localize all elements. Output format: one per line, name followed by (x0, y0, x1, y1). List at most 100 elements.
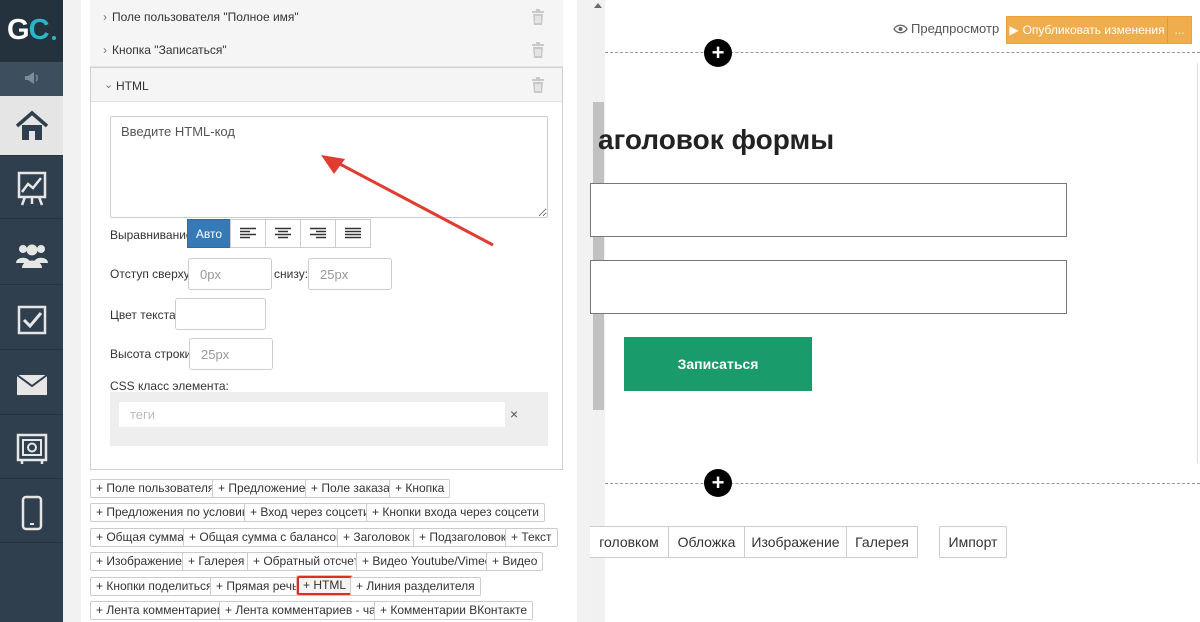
checkbox-icon (17, 305, 46, 334)
play-icon: ▶ (1009, 23, 1019, 37)
form-name-field[interactable] (590, 183, 1067, 237)
publish-changes-button[interactable]: ▶ Опубликовать изменения (1006, 16, 1167, 44)
add-divider-button[interactable]: + Линия разделителя (350, 577, 481, 596)
users-icon (15, 244, 48, 268)
block-type-gallery[interactable]: Галерея (846, 526, 918, 558)
padding-top-label: Отступ сверху: (110, 267, 193, 281)
accordion-label: Поле пользователя "Полное имя" (112, 10, 299, 24)
add-heading-button[interactable]: + Заголовок (337, 528, 416, 547)
add-image-button[interactable]: + Изображение (90, 552, 188, 571)
form-email-field[interactable] (590, 260, 1067, 314)
add-block-button[interactable]: + (704, 469, 732, 497)
import-button[interactable]: Импорт (939, 526, 1007, 558)
sidebar-item-safe[interactable] (0, 419, 63, 479)
phone-icon (21, 495, 42, 530)
chevron-right-icon: › (103, 10, 107, 24)
logo-letter-g: G (7, 14, 30, 46)
logo-letter-c: C (28, 14, 50, 46)
line-height-label: Высота строки: (110, 347, 195, 361)
scroll-up-icon[interactable] (594, 3, 602, 8)
padding-bottom-label: снизу: (274, 267, 309, 281)
clear-tags-icon[interactable]: × (510, 406, 518, 422)
megaphone-icon (24, 72, 38, 84)
css-class-label: CSS класс элемента: (110, 379, 229, 393)
block-separator (605, 52, 1200, 53)
home-icon (15, 110, 48, 140)
eye-icon (893, 24, 908, 33)
trash-icon[interactable] (531, 42, 545, 58)
add-subheading-button[interactable]: + Подзаголовок (413, 528, 513, 547)
sidebar-item-stats[interactable] (0, 159, 63, 219)
line-height-input[interactable] (189, 338, 273, 370)
align-left-icon (240, 227, 256, 239)
sidebar-item-users[interactable] (0, 225, 63, 285)
add-html-button[interactable]: + HTML (297, 576, 353, 595)
add-share-buttons-button[interactable]: + Кнопки поделиться (90, 577, 219, 596)
chevron-down-icon: ⌄ (104, 79, 114, 91)
add-conditional-offers-button[interactable]: + Предложения по условию (90, 503, 257, 522)
safe-icon (16, 433, 47, 464)
align-right-icon (310, 227, 326, 239)
form-title[interactable]: аголовок формы (598, 124, 834, 156)
align-label: Выравнивание (110, 228, 193, 242)
add-social-login-button[interactable]: + Вход через соцсети (244, 503, 376, 522)
add-total-sum-button[interactable]: + Общая сумма (90, 528, 190, 547)
publish-more-button[interactable]: ... (1167, 16, 1192, 44)
trash-icon[interactable] (531, 9, 545, 25)
add-block-button[interactable]: + (704, 39, 732, 67)
add-total-with-balance-button[interactable]: + Общая сумма с балансом (183, 528, 351, 547)
align-left-button[interactable] (230, 219, 266, 248)
text-color-input[interactable] (175, 298, 266, 330)
add-gallery-button[interactable]: + Галерея (182, 552, 251, 571)
add-social-login-buttons-button[interactable]: + Кнопки входа через соцсети (366, 503, 545, 522)
block-type-cover[interactable]: Обложка (668, 526, 745, 558)
text-color-label: Цвет текста: (110, 308, 180, 322)
app-logo[interactable]: GC (0, 0, 63, 62)
align-auto-button[interactable]: Авто (187, 219, 231, 248)
align-center-icon (275, 227, 291, 239)
block-type-image[interactable]: Изображение (744, 526, 847, 558)
accordion-user-field[interactable]: › Поле пользователя "Полное имя" (90, 0, 563, 34)
add-quote-button[interactable]: + Прямая речь (210, 577, 305, 596)
add-vk-comments-button[interactable]: + Комментарии ВКонтакте (374, 601, 534, 620)
align-justify-icon (345, 227, 361, 239)
sidebar-item-home[interactable] (0, 96, 63, 156)
align-right-button[interactable] (300, 219, 336, 248)
preview-label: Предпросмотр (911, 21, 1000, 36)
add-comments-chat-button[interactable]: + Лента комментариев - чат (219, 601, 388, 620)
block-separator (605, 483, 1200, 484)
chevron-right-icon: › (103, 43, 107, 57)
sidebar-item-messages[interactable] (0, 355, 63, 415)
align-button-group: Авто (187, 219, 371, 248)
padding-top-input[interactable] (188, 258, 272, 290)
block-type-heading[interactable]: головком (590, 526, 669, 558)
add-youtube-video-button[interactable]: + Видео Youtube/Vimeo (356, 552, 498, 571)
mail-icon (15, 373, 48, 395)
app-sidebar: GC (0, 0, 63, 622)
css-class-tags-field: × (110, 392, 548, 446)
trash-icon[interactable] (531, 77, 545, 93)
align-center-button[interactable] (265, 219, 301, 248)
align-justify-button[interactable] (335, 219, 371, 248)
publish-label: Опубликовать изменения (1022, 23, 1165, 37)
add-comments-feed-button[interactable]: + Лента комментариев (90, 601, 230, 620)
accordion-html[interactable]: ⌄ HTML (91, 68, 562, 102)
preview-link[interactable]: Предпросмотр (893, 21, 999, 36)
announcements-button[interactable] (0, 62, 63, 96)
add-button-button[interactable]: + Кнопка (389, 479, 451, 498)
add-order-field-button[interactable]: + Поле заказа (305, 479, 396, 498)
add-user-field-button[interactable]: + Поле пользователя (90, 479, 221, 498)
add-text-button[interactable]: + Текст (505, 528, 558, 547)
accordion-label: Кнопка "Записаться" (112, 43, 227, 57)
add-offer-button[interactable]: + Предложение (212, 479, 312, 498)
accordion-signup-button[interactable]: › Кнопка "Записаться" (90, 33, 563, 67)
logo-dot (52, 36, 56, 40)
sidebar-item-mobile[interactable] (0, 483, 63, 543)
padding-bottom-input[interactable] (308, 258, 392, 290)
add-countdown-button[interactable]: + Обратный отсчет (247, 552, 366, 571)
tags-input[interactable] (119, 402, 505, 427)
signup-submit-button[interactable]: Записаться (624, 337, 812, 391)
chart-icon (17, 171, 46, 205)
sidebar-item-tasks[interactable] (0, 290, 63, 350)
add-video-button[interactable]: + Видео (486, 552, 544, 571)
